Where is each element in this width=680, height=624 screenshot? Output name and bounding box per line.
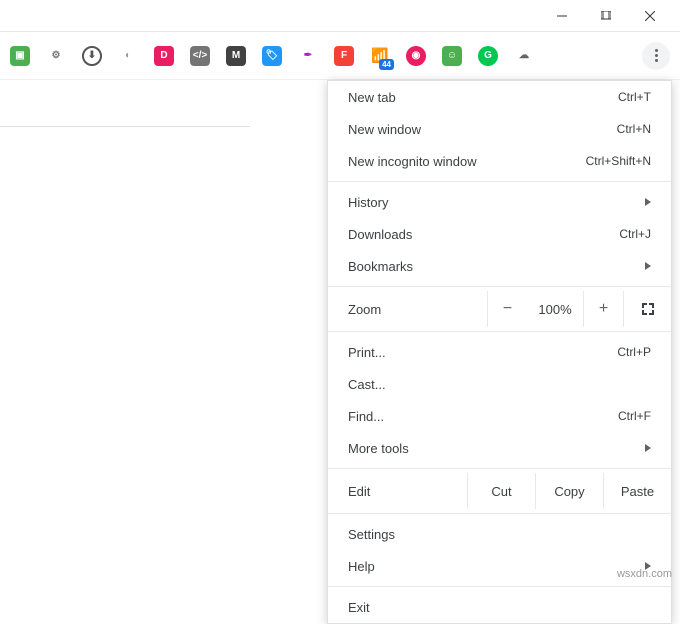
extension-icon-2[interactable]: ⚙	[46, 46, 66, 66]
menu-new-incognito[interactable]: New incognito window Ctrl+Shift+N	[328, 145, 671, 177]
minimize-button[interactable]	[540, 1, 584, 31]
menu-shortcut: Ctrl+F	[618, 409, 651, 423]
edit-label: Edit	[348, 484, 467, 499]
menu-exit[interactable]: Exit	[328, 591, 671, 623]
zoom-value: 100%	[527, 302, 583, 317]
extension-icon-14[interactable]: G	[478, 46, 498, 66]
menu-shortcut: Ctrl+P	[617, 345, 651, 359]
extension-icon-15[interactable]: ☁	[514, 46, 534, 66]
menu-button[interactable]	[642, 42, 670, 70]
menu-separator	[328, 468, 671, 469]
menu-edit-row: Edit Cut Copy Paste	[328, 473, 671, 509]
menu-label: Help	[348, 559, 645, 574]
extension-icon-6[interactable]: </>	[190, 46, 210, 66]
menu-shortcut: Ctrl+N	[617, 122, 651, 136]
menu-label: More tools	[348, 441, 645, 456]
extension-icon-8[interactable]: 🏷	[262, 46, 282, 66]
menu-downloads[interactable]: Downloads Ctrl+J	[328, 218, 671, 250]
zoom-in-button[interactable]: +	[583, 291, 623, 327]
extension-icon-13[interactable]: ☺	[442, 46, 462, 66]
menu-label: New tab	[348, 90, 618, 105]
extension-icon-3[interactable]: ⬇	[82, 46, 102, 66]
menu-zoom-row: Zoom − 100% +	[328, 291, 671, 327]
menu-separator	[328, 286, 671, 287]
menu-shortcut: Ctrl+J	[619, 227, 651, 241]
extension-icon-11[interactable]: 📶44	[370, 46, 390, 66]
menu-label: New window	[348, 122, 617, 137]
extension-icon-1[interactable]: ▣	[10, 46, 30, 66]
menu-separator	[328, 513, 671, 514]
menu-label: Cast...	[348, 377, 651, 392]
menu-label: Downloads	[348, 227, 619, 242]
menu-find[interactable]: Find... Ctrl+F	[328, 400, 671, 432]
menu-separator	[328, 586, 671, 587]
extension-icon-12[interactable]: ◉	[406, 46, 426, 66]
fullscreen-icon	[642, 303, 654, 315]
menu-label: Find...	[348, 409, 618, 424]
menu-label: History	[348, 195, 645, 210]
menu-new-window[interactable]: New window Ctrl+N	[328, 113, 671, 145]
menu-shortcut: Ctrl+Shift+N	[586, 154, 651, 168]
chevron-right-icon	[645, 262, 651, 270]
menu-new-tab[interactable]: New tab Ctrl+T	[328, 81, 671, 113]
zoom-out-button[interactable]: −	[487, 291, 527, 327]
menu-label: Exit	[348, 600, 651, 615]
menu-label: Print...	[348, 345, 617, 360]
page-separator	[0, 126, 250, 127]
menu-settings[interactable]: Settings	[328, 518, 671, 550]
maximize-button[interactable]	[584, 1, 628, 31]
menu-label: Settings	[348, 527, 651, 542]
menu-cast[interactable]: Cast...	[328, 368, 671, 400]
copy-button[interactable]: Copy	[535, 473, 603, 509]
menu-shortcut: Ctrl+T	[618, 90, 651, 104]
extension-icon-10[interactable]: F	[334, 46, 354, 66]
watermark: wsxdn.com	[617, 568, 672, 580]
more-vert-icon	[655, 49, 658, 62]
close-button[interactable]	[628, 1, 672, 31]
paste-button[interactable]: Paste	[603, 473, 671, 509]
menu-more-tools[interactable]: More tools	[328, 432, 671, 464]
menu-label: Bookmarks	[348, 259, 645, 274]
badge-count: 44	[379, 59, 394, 70]
cut-button[interactable]: Cut	[467, 473, 535, 509]
extension-icon-7[interactable]: M	[226, 46, 246, 66]
menu-label: New incognito window	[348, 154, 586, 169]
menu-history[interactable]: History	[328, 186, 671, 218]
menu-separator	[328, 331, 671, 332]
menu-separator	[328, 181, 671, 182]
extension-icon-5[interactable]: D	[154, 46, 174, 66]
extension-icon-4[interactable]: ◐	[118, 46, 138, 66]
window-titlebar	[0, 0, 680, 32]
chevron-right-icon	[645, 198, 651, 206]
chevron-right-icon	[645, 444, 651, 452]
zoom-label: Zoom	[348, 302, 487, 317]
menu-print[interactable]: Print... Ctrl+P	[328, 336, 671, 368]
fullscreen-button[interactable]	[623, 291, 671, 327]
extension-icon-9[interactable]: ✒	[298, 46, 318, 66]
extensions-toolbar: ▣ ⚙ ⬇ ◐ D </> M 🏷 ✒ F 📶44 ◉ ☺ G ☁	[0, 32, 680, 80]
chrome-menu: New tab Ctrl+T New window Ctrl+N New inc…	[327, 80, 672, 624]
menu-bookmarks[interactable]: Bookmarks	[328, 250, 671, 282]
